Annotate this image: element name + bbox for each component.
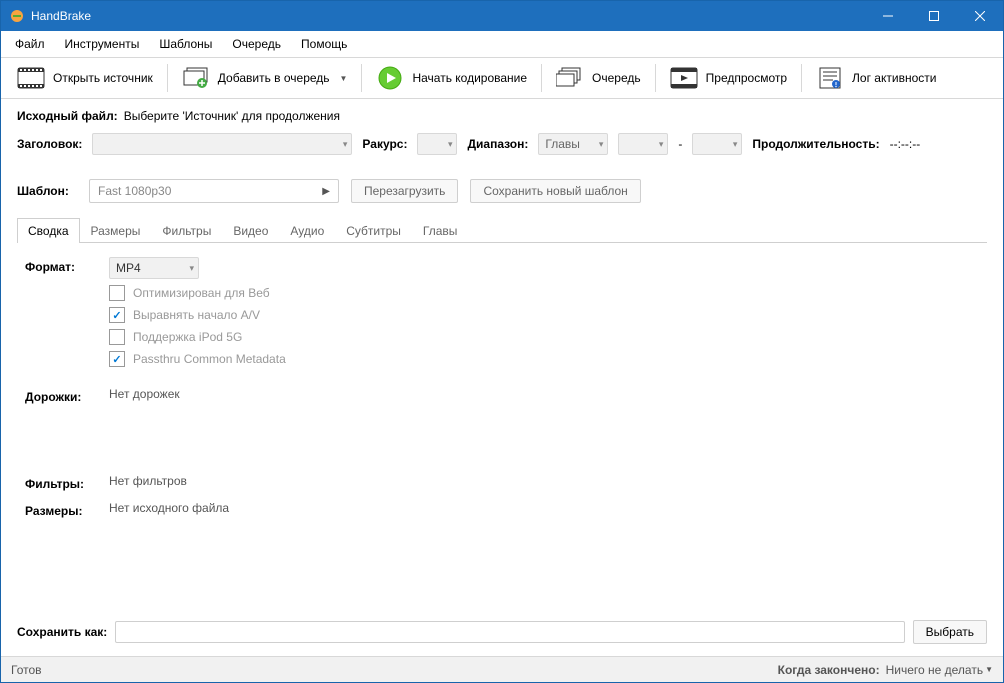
checkbox-ipod-5g[interactable] bbox=[109, 329, 125, 345]
checkbox-ipod-5g-label: Поддержка iPod 5G bbox=[133, 330, 242, 344]
content-area: Исходный файл: Выберите 'Источник' для п… bbox=[1, 99, 1003, 614]
film-icon bbox=[17, 66, 45, 90]
minimize-button[interactable] bbox=[865, 1, 911, 31]
checkbox-align-av-label: Выравнять начало A/V bbox=[133, 308, 260, 322]
tabs: Сводка Размеры Фильтры Видео Аудио Субти… bbox=[17, 217, 987, 243]
tab-filters[interactable]: Фильтры bbox=[151, 218, 222, 243]
tab-video[interactable]: Видео bbox=[222, 218, 279, 243]
status-text: Готов bbox=[11, 663, 42, 677]
preset-select[interactable]: Fast 1080p30 ▶ bbox=[89, 179, 339, 203]
separator bbox=[801, 64, 802, 92]
menu-help[interactable]: Помощь bbox=[293, 34, 355, 54]
open-source-button[interactable]: Открыть источник bbox=[9, 62, 161, 94]
menu-presets[interactable]: Шаблоны bbox=[151, 34, 220, 54]
menu-tools[interactable]: Инструменты bbox=[57, 34, 148, 54]
checkbox-web-optimized-label: Оптимизирован для Веб bbox=[133, 286, 270, 300]
tab-chapters[interactable]: Главы bbox=[412, 218, 469, 243]
save-as-label: Сохранить как: bbox=[17, 625, 107, 639]
duration-label: Продолжительность: bbox=[752, 137, 879, 151]
app-icon bbox=[9, 8, 25, 24]
chevron-down-icon: ▼ bbox=[340, 74, 348, 83]
range-start-select[interactable] bbox=[618, 133, 668, 155]
save-as-row: Сохранить как: Выбрать bbox=[1, 614, 1003, 656]
menubar: Файл Инструменты Шаблоны Очередь Помощь bbox=[1, 31, 1003, 58]
range-type-select[interactable]: Главы bbox=[538, 133, 608, 155]
titlebar: HandBrake bbox=[1, 1, 1003, 31]
add-queue-icon bbox=[182, 66, 210, 90]
reload-preset-button[interactable]: Перезагрузить bbox=[351, 179, 458, 203]
checkbox-passthru-metadata[interactable] bbox=[109, 351, 125, 367]
tab-summary[interactable]: Сводка bbox=[17, 218, 80, 243]
preview-label: Предпросмотр bbox=[706, 71, 787, 85]
source-value: Выберите 'Источник' для продолжения bbox=[124, 109, 340, 123]
menu-queue[interactable]: Очередь bbox=[224, 34, 289, 54]
title-label: Заголовок: bbox=[17, 137, 82, 151]
preset-value: Fast 1080p30 bbox=[98, 184, 171, 198]
preview-button[interactable]: Предпросмотр bbox=[662, 62, 795, 94]
dimensions-label: Размеры: bbox=[25, 501, 109, 518]
angle-select[interactable] bbox=[417, 133, 457, 155]
tab-dimensions[interactable]: Размеры bbox=[80, 218, 152, 243]
format-label: Формат: bbox=[25, 257, 109, 274]
add-queue-label: Добавить в очередь bbox=[218, 71, 330, 85]
separator bbox=[541, 64, 542, 92]
play-icon bbox=[376, 66, 404, 90]
format-select[interactable]: MP4 bbox=[109, 257, 199, 279]
when-done-label: Когда закончено: bbox=[778, 663, 880, 677]
filters-value: Нет фильтров bbox=[109, 474, 979, 488]
start-encode-label: Начать кодирование bbox=[412, 71, 527, 85]
checkbox-passthru-metadata-label: Passthru Common Metadata bbox=[133, 352, 286, 366]
save-as-input[interactable] bbox=[115, 621, 904, 643]
when-done-select[interactable]: Ничего не делать ▼ bbox=[886, 663, 993, 677]
duration-value: --:--:-- bbox=[890, 137, 921, 151]
save-preset-button[interactable]: Сохранить новый шаблон bbox=[470, 179, 640, 203]
separator bbox=[361, 64, 362, 92]
range-end-select[interactable] bbox=[692, 133, 742, 155]
checkbox-align-av[interactable] bbox=[109, 307, 125, 323]
tab-audio[interactable]: Аудио bbox=[279, 218, 335, 243]
statusbar: Готов Когда закончено: Ничего не делать … bbox=[1, 656, 1003, 682]
dimensions-value: Нет исходного файла bbox=[109, 501, 979, 515]
close-button[interactable] bbox=[957, 1, 1003, 31]
start-encode-button[interactable]: Начать кодирование bbox=[368, 62, 535, 94]
angle-label: Ракурс: bbox=[362, 137, 407, 151]
source-label: Исходный файл: bbox=[17, 109, 118, 123]
preview-icon bbox=[670, 66, 698, 90]
filters-label: Фильтры: bbox=[25, 474, 109, 491]
activity-log-button[interactable]: Лог активности bbox=[808, 62, 944, 94]
open-source-label: Открыть источник bbox=[53, 71, 153, 85]
maximize-button[interactable] bbox=[911, 1, 957, 31]
range-label: Диапазон: bbox=[467, 137, 528, 151]
tracks-label: Дорожки: bbox=[25, 387, 109, 404]
checkbox-web-optimized[interactable] bbox=[109, 285, 125, 301]
browse-button[interactable]: Выбрать bbox=[913, 620, 987, 644]
separator bbox=[655, 64, 656, 92]
title-select[interactable] bbox=[92, 133, 352, 155]
menu-file[interactable]: Файл bbox=[7, 34, 53, 54]
toolbar: Открыть источник Добавить в очередь ▼ На… bbox=[1, 58, 1003, 99]
window-title: HandBrake bbox=[31, 9, 865, 23]
separator bbox=[167, 64, 168, 92]
tracks-value: Нет дорожек bbox=[109, 387, 979, 401]
range-dash: - bbox=[678, 137, 682, 151]
activity-log-label: Лог активности bbox=[852, 71, 936, 85]
chevron-down-icon: ▼ bbox=[985, 665, 993, 674]
queue-label: Очередь bbox=[592, 71, 641, 85]
add-queue-button[interactable]: Добавить в очередь ▼ bbox=[174, 62, 356, 94]
tab-content-summary: Формат: MP4 Оптимизирован для Веб Выравн… bbox=[17, 243, 987, 604]
queue-icon bbox=[556, 66, 584, 90]
log-icon bbox=[816, 66, 844, 90]
preset-label: Шаблон: bbox=[17, 184, 77, 198]
queue-button[interactable]: Очередь bbox=[548, 62, 649, 94]
tab-subtitles[interactable]: Субтитры bbox=[335, 218, 412, 243]
chevron-right-icon: ▶ bbox=[322, 186, 330, 197]
